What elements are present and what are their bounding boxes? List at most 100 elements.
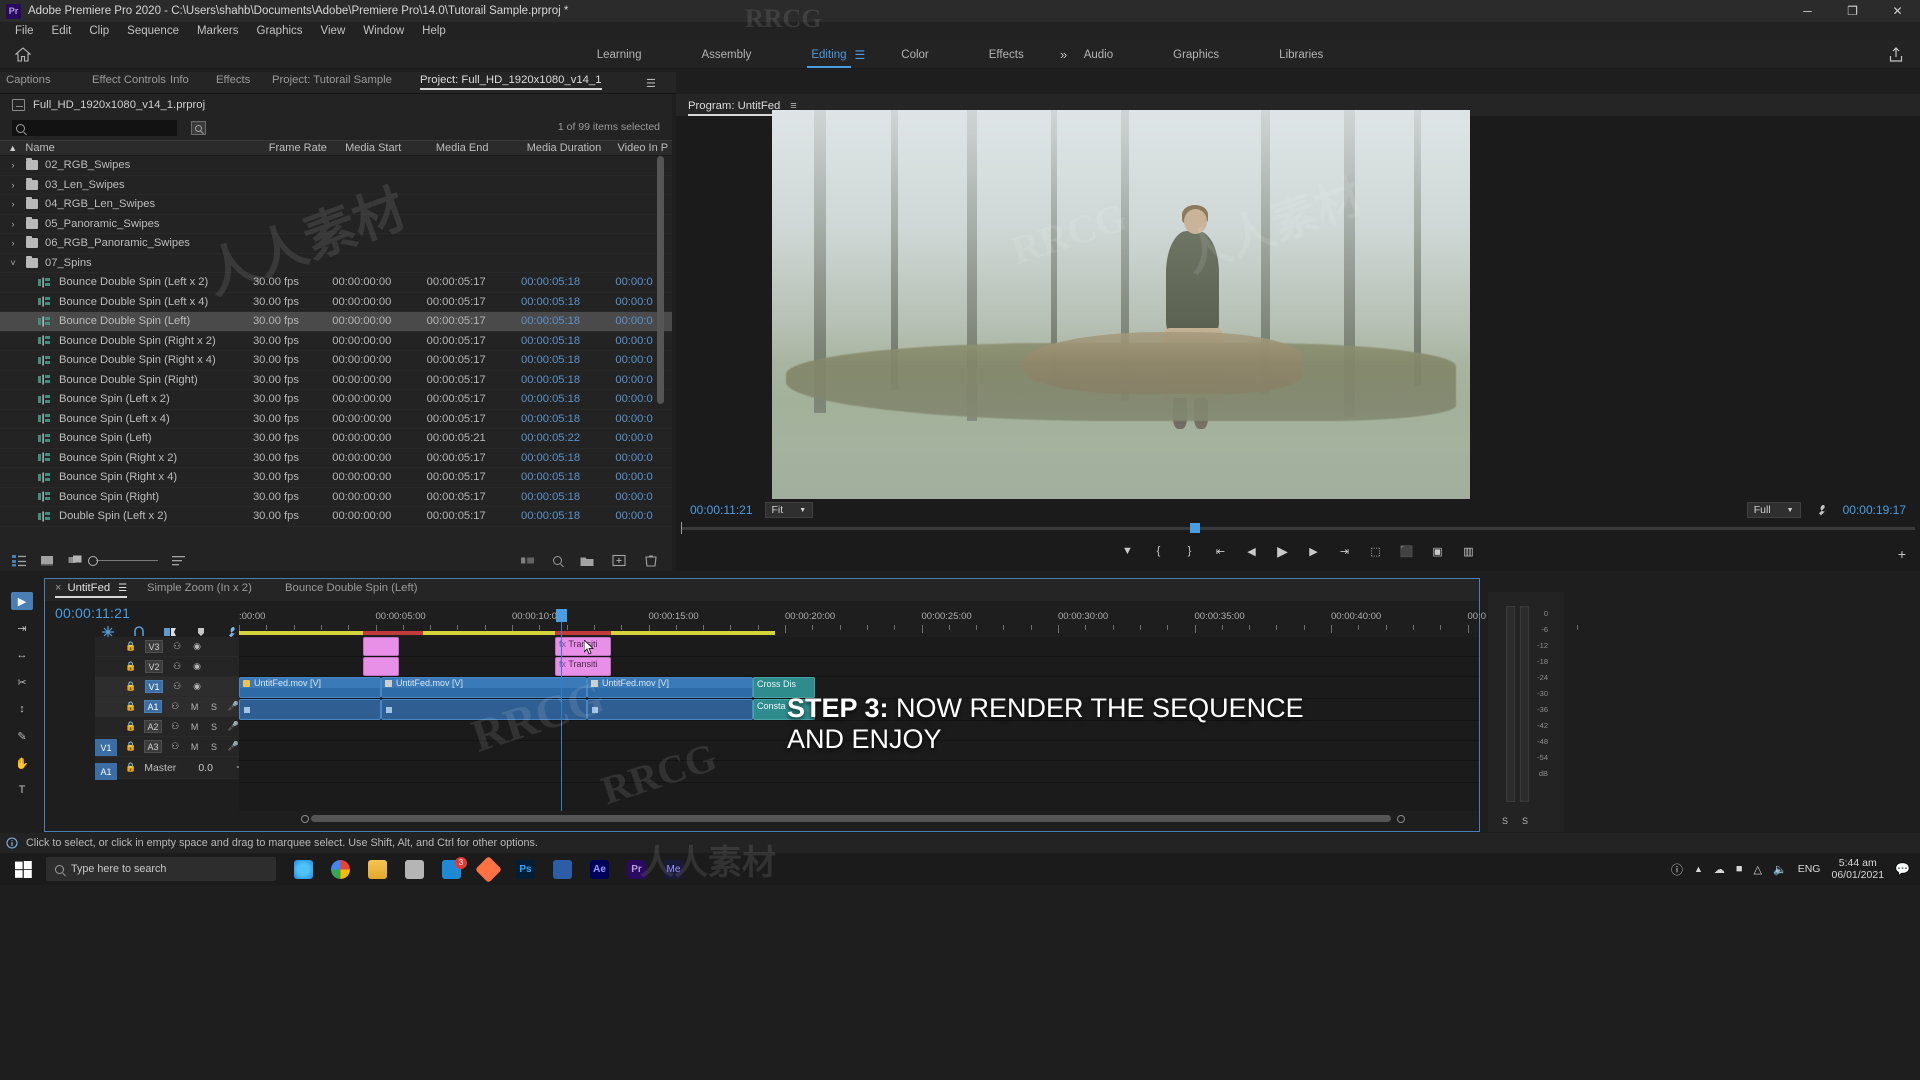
column-header-name[interactable]: Name — [25, 142, 268, 154]
parent-bin-icon[interactable] — [12, 99, 25, 111]
table-row[interactable]: Bounce Double Spin (Right x 4) 30.00 fps 0… — [0, 351, 672, 371]
mail-icon[interactable]: 3 — [442, 856, 467, 879]
lock-icon[interactable]: 🔒 — [125, 741, 136, 752]
table-row[interactable]: Bounce Double Spin (Right) 30.00 fps 00:00… — [0, 371, 672, 390]
sync-icon[interactable]: ⚇ — [171, 641, 183, 652]
sort-icon[interactable] — [172, 554, 186, 567]
eye-icon[interactable]: ◉ — [191, 681, 203, 692]
timeline-ruler[interactable]: :00:00 00:00:05:00 00:00:10:00 00:00:15:00 0… — [239, 611, 1578, 633]
track-header-v3[interactable]: 🔒 V3 ⚇ ◉ — [95, 637, 239, 657]
scrubber-playhead[interactable] — [1190, 523, 1200, 533]
table-row[interactable]: Bounce Double Spin (Right x 2) 30.00 fps 0… — [0, 332, 672, 351]
workspace-tab-color[interactable]: Color — [871, 49, 958, 61]
button-editor-icon[interactable]: + — [1898, 546, 1906, 562]
windows-start-icon[interactable] — [0, 853, 46, 885]
chevron-right-icon[interactable]: › — [0, 238, 26, 248]
export-frame-icon[interactable]: ▣ — [1430, 544, 1446, 558]
sort-ascending-icon[interactable]: ▲ — [0, 143, 25, 153]
track-header-v1[interactable]: 🔒 V1 ⚇ ◉ — [95, 677, 239, 697]
playback-resolution-select[interactable]: Full ▼ — [1746, 502, 1801, 518]
timeline-zoom-handle-left[interactable] — [301, 815, 309, 823]
timeline-clip[interactable]: UntitFed.mov [V] — [587, 677, 753, 698]
panel-tab-0[interactable]: Captions — [6, 74, 51, 90]
timeline-clip[interactable] — [587, 699, 753, 720]
chrome-icon[interactable] — [331, 859, 350, 879]
menu-item-help[interactable]: Help — [413, 22, 455, 41]
timeline-clip[interactable] — [363, 657, 399, 676]
timeline-tab-2[interactable]: Bounce Double Spin (Left) — [285, 582, 418, 598]
track-lane-master[interactable] — [239, 761, 1479, 783]
mic-icon[interactable]: 🎤 — [228, 741, 239, 752]
panel-tab-1[interactable]: Effect Controls — [92, 74, 166, 90]
close-icon[interactable]: × — [55, 582, 61, 594]
menu-item-clip[interactable]: Clip — [80, 22, 118, 41]
comparison-view-icon[interactable]: ▥ — [1461, 544, 1477, 558]
automate-to-sequence-icon[interactable] — [521, 554, 535, 567]
track-target-v1[interactable]: V1 — [145, 680, 163, 693]
project-item-list[interactable]: › 02_RGB_Swipes › 03_Len_Swipes › 04_RGB_Len_… — [0, 156, 672, 536]
track-target-a1[interactable]: A1 — [144, 700, 162, 713]
track-target-v2[interactable]: V2 — [145, 660, 163, 673]
tab-program-untitfed[interactable]: Program: UntitFed — [688, 100, 781, 116]
thumbnail-zoom-slider[interactable] — [88, 555, 158, 566]
table-row[interactable]: Bounce Double Spin (Left x 2) 30.00 fps 00… — [0, 273, 672, 293]
minimize-button[interactable]: ─ — [1785, 0, 1830, 22]
premiere-pro-icon[interactable]: Pr — [627, 859, 646, 879]
table-row[interactable]: Bounce Spin (Right x 4) 30.00 fps 00:00:00… — [0, 468, 672, 488]
menu-item-edit[interactable]: Edit — [43, 22, 81, 41]
play-icon[interactable]: ▶ — [1275, 543, 1291, 559]
action-center-icon[interactable]: 💬 — [1895, 862, 1910, 876]
track-lane-v3[interactable]: fx Transiti — [239, 637, 1479, 657]
timeline-clip[interactable]: fx Transiti — [555, 657, 611, 676]
cloud-icon[interactable]: ☁ — [1714, 863, 1725, 876]
chevron-right-icon[interactable]: › — [0, 199, 26, 209]
menu-item-sequence[interactable]: Sequence — [118, 22, 188, 41]
volume-icon[interactable]: 🔈 — [1773, 863, 1787, 876]
mute-icon[interactable]: M — [189, 701, 200, 712]
mute-icon[interactable]: M — [189, 721, 200, 732]
menu-item-view[interactable]: View — [312, 22, 355, 41]
chevron-right-icon[interactable]: › — [0, 160, 26, 170]
new-bin-icon[interactable] — [580, 554, 594, 567]
icon-view-icon[interactable] — [40, 554, 54, 567]
go-to-out-icon[interactable]: ⇥ — [1337, 544, 1353, 558]
timeline-tab-0[interactable]: × UntitFed ☰ — [55, 582, 128, 598]
menu-item-graphics[interactable]: Graphics — [248, 22, 312, 41]
store-icon[interactable] — [405, 859, 424, 879]
workspace-tab-libraries[interactable]: Libraries — [1249, 49, 1353, 61]
menu-item-file[interactable]: File — [6, 22, 43, 41]
panel-menu-icon[interactable]: ☰ — [118, 583, 127, 594]
timeline-scrollbar-thumb[interactable] — [311, 815, 1391, 822]
sync-icon[interactable]: ⚇ — [171, 681, 183, 692]
timeline-clip[interactable] — [363, 637, 399, 656]
panel-tab-5[interactable]: Project: Full_HD_1920x1080_v14_1 — [420, 74, 602, 90]
freeform-view-icon[interactable] — [68, 554, 82, 567]
step-forward-icon[interactable]: ▶ — [1306, 544, 1322, 558]
mic-icon[interactable]: 🎤 — [228, 701, 239, 712]
workspace-tab-graphics[interactable]: Graphics — [1143, 49, 1249, 61]
track-target-a2[interactable]: A2 — [144, 720, 162, 733]
source-patch-a1[interactable]: A1 — [95, 763, 117, 780]
column-header-media-duration[interactable]: Media Duration — [527, 142, 618, 154]
network-icon[interactable]: △ — [1754, 863, 1762, 876]
program-duration-timecode[interactable]: 00:00:19:17 — [1843, 503, 1906, 517]
workspace-tab-assembly[interactable]: Assembly — [671, 49, 781, 61]
chevron-right-icon[interactable]: › — [0, 219, 26, 229]
lift-icon[interactable]: ⬚ — [1368, 544, 1384, 558]
table-row[interactable]: › 03_Len_Swipes — [0, 176, 672, 195]
program-current-timecode[interactable]: 00:00:11:21 — [690, 503, 753, 517]
lock-icon[interactable]: 🔒 — [125, 701, 136, 712]
lock-icon[interactable]: 🔒 — [125, 661, 137, 672]
chevron-right-icon[interactable]: › — [0, 180, 26, 190]
workspace-overflow-button[interactable]: » — [1060, 47, 1067, 62]
photoshop-icon[interactable]: Ps — [516, 859, 535, 879]
help-icon[interactable]: ⓘ — [1671, 861, 1683, 878]
menu-item-window[interactable]: Window — [354, 22, 413, 41]
go-to-in-icon[interactable]: ⇤ — [1213, 544, 1229, 558]
lock-icon[interactable]: 🔒 — [125, 681, 137, 692]
timeline-clip[interactable] — [381, 699, 587, 720]
column-header-media-end[interactable]: Media End — [436, 142, 527, 154]
cortana-icon[interactable] — [294, 859, 313, 879]
mic-icon[interactable]: 🎤 — [228, 721, 239, 732]
timeline-tab-1[interactable]: Simple Zoom (In x 2) — [147, 582, 252, 598]
